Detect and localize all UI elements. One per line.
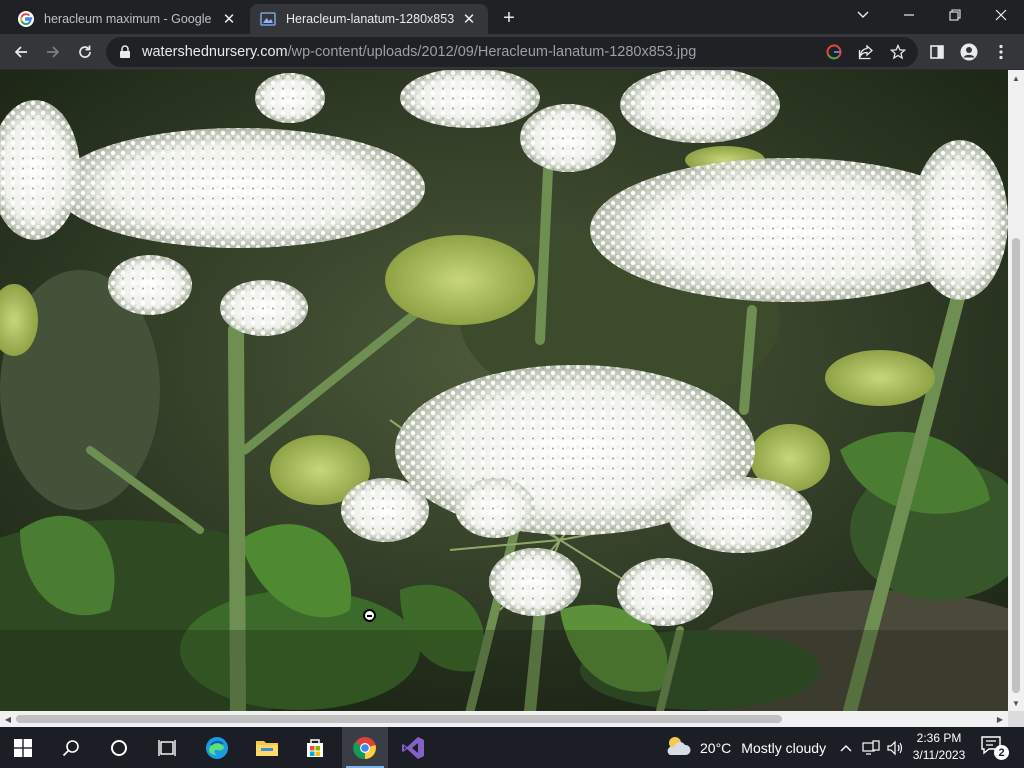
image-file-icon bbox=[260, 11, 276, 27]
menu-kebab-icon[interactable] bbox=[986, 37, 1016, 67]
cortana-icon[interactable] bbox=[96, 727, 142, 768]
tab-title: Heracleum-lanatum-1280x853.jp bbox=[286, 12, 454, 26]
vertical-scroll-thumb[interactable] bbox=[1012, 238, 1020, 693]
minimize-icon[interactable] bbox=[886, 0, 932, 30]
flower-photo-illustration bbox=[0, 70, 1008, 711]
network-icon[interactable] bbox=[860, 727, 882, 768]
clock-date: 3/11/2023 bbox=[912, 748, 966, 762]
search-icon[interactable] bbox=[48, 727, 94, 768]
new-tab-button[interactable]: + bbox=[498, 7, 520, 29]
url-domain: watershednursery.com bbox=[142, 44, 288, 60]
bookmark-star-icon[interactable] bbox=[888, 42, 908, 62]
file-explorer-icon[interactable] bbox=[244, 727, 290, 768]
side-panel-icon[interactable] bbox=[922, 37, 952, 67]
windows-start-icon[interactable] bbox=[0, 727, 46, 768]
tab-strip: heracleum maximum - Google Se ✕ Heracleu… bbox=[0, 0, 1024, 34]
tab-image-file[interactable]: Heracleum-lanatum-1280x853.jp ✕ bbox=[250, 4, 488, 34]
show-hidden-icons-chevron-icon[interactable] bbox=[836, 727, 856, 768]
horizontal-scrollbar[interactable]: ◀ ▶ bbox=[0, 711, 1008, 727]
share-icon[interactable] bbox=[856, 42, 876, 62]
edge-icon[interactable] bbox=[194, 727, 240, 768]
browser-toolbar: watershednursery.com/wp-content/uploads/… bbox=[0, 34, 1024, 70]
close-icon[interactable] bbox=[978, 0, 1024, 30]
scroll-down-icon[interactable]: ▼ bbox=[1008, 695, 1024, 711]
weather-temperature: 20°C bbox=[700, 739, 732, 756]
profile-avatar-icon[interactable] bbox=[954, 37, 984, 67]
scroll-left-icon[interactable]: ◀ bbox=[0, 711, 16, 727]
chrome-icon[interactable] bbox=[342, 727, 388, 768]
windows-taskbar: 20°C Mostly cloudy 2:36 PM 3/11/2023 2 bbox=[0, 727, 1024, 768]
vertical-scrollbar[interactable]: ▲ ▼ bbox=[1008, 70, 1024, 711]
microsoft-store-icon[interactable] bbox=[292, 727, 338, 768]
back-icon[interactable] bbox=[6, 37, 36, 67]
horizontal-scroll-thumb[interactable] bbox=[16, 715, 782, 723]
flower-photo[interactable] bbox=[0, 70, 1008, 711]
forward-icon[interactable] bbox=[38, 37, 68, 67]
weather-condition: Mostly cloudy bbox=[741, 739, 827, 756]
partly-cloudy-icon bbox=[664, 735, 692, 760]
google-lens-icon[interactable] bbox=[824, 42, 844, 62]
google-g-icon bbox=[18, 11, 34, 27]
tab-title: heracleum maximum - Google Se bbox=[44, 12, 214, 26]
tab-close-icon[interactable]: ✕ bbox=[220, 10, 238, 28]
page-viewport: ▲ ▼ ◀ ▶ bbox=[0, 70, 1024, 727]
notification-count-badge: 2 bbox=[994, 745, 1009, 760]
volume-icon[interactable] bbox=[884, 727, 906, 768]
tab-close-icon[interactable]: ✕ bbox=[460, 10, 478, 28]
lock-icon[interactable] bbox=[118, 44, 132, 60]
restore-icon[interactable] bbox=[932, 0, 978, 30]
system-clock[interactable]: 2:36 PM 3/11/2023 bbox=[904, 730, 974, 764]
url-text[interactable]: watershednursery.com/wp-content/uploads/… bbox=[142, 44, 696, 60]
task-view-icon[interactable] bbox=[144, 727, 190, 768]
url-path: /wp-content/uploads/2012/09/Heracleum-la… bbox=[287, 44, 697, 60]
scroll-up-icon[interactable]: ▲ bbox=[1008, 70, 1024, 86]
reload-icon[interactable] bbox=[70, 37, 100, 67]
address-bar[interactable]: watershednursery.com/wp-content/uploads/… bbox=[106, 37, 918, 67]
tab-search-dropdown-icon[interactable] bbox=[840, 0, 886, 30]
clock-time: 2:36 PM bbox=[916, 731, 962, 745]
mouse-cursor bbox=[363, 609, 376, 622]
scrollbar-corner bbox=[1008, 711, 1024, 727]
weather-widget[interactable]: 20°C Mostly cloudy bbox=[664, 727, 826, 768]
scroll-right-icon[interactable]: ▶ bbox=[992, 711, 1008, 727]
tab-google-search[interactable]: heracleum maximum - Google Se ✕ bbox=[8, 4, 248, 34]
action-center-button[interactable]: 2 bbox=[980, 735, 1009, 761]
visual-studio-icon[interactable] bbox=[390, 727, 436, 768]
